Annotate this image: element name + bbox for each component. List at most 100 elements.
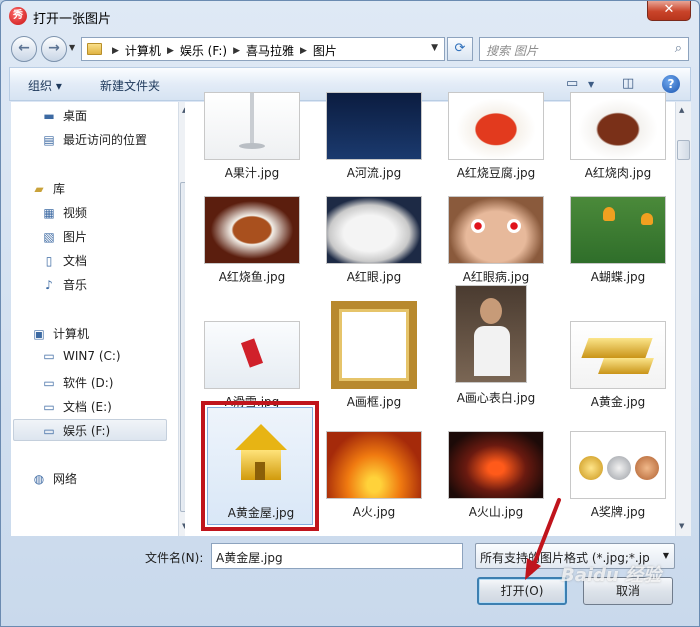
close-button[interactable]: ✕	[647, 1, 691, 21]
back-button[interactable]: ←	[11, 36, 37, 62]
refresh-button[interactable]: ⟳	[447, 37, 473, 61]
file-item[interactable]: A红烧肉.jpg	[559, 86, 677, 204]
file-name: A奖牌.jpg	[590, 505, 646, 519]
navigation-pane: ▬ 桌面 ▤ 最近访问的位置 ▰ 库 ▦ 视频 ▧ 图片 ▯ 文档 ♪ 音乐 ▣ 计算机 ▭ WI…	[11, 102, 193, 536]
sidebar-item-computer[interactable]: ▣ 计算机	[31, 325, 89, 342]
filename-label: 文件名(N):	[145, 551, 204, 565]
file-name: A红烧肉.jpg	[584, 166, 652, 180]
annotation-highlight-box	[201, 401, 319, 531]
sidebar-item-label: 最近访问的位置	[63, 133, 148, 147]
breadcrumb-pictures[interactable]: 图片	[313, 42, 337, 59]
thumbnail-love-confession	[455, 285, 527, 383]
sidebar-item-label: 文档 (E:)	[63, 400, 112, 414]
file-name: A红烧豆腐.jpg	[456, 166, 536, 180]
file-item[interactable]: A河流.jpg	[315, 86, 433, 204]
breadcrumb: ▶ 计算机 ▶ 娱乐 (F:) ▶ 喜马拉雅 ▶ 图片	[106, 42, 337, 59]
thumbnail-river	[326, 92, 422, 160]
file-item[interactable]: A奖牌.jpg	[559, 425, 677, 543]
chevron-down-icon[interactable]: ▼	[663, 551, 669, 560]
file-item[interactable]: A画心表白.jpg	[437, 285, 555, 405]
scroll-up-icon[interactable]: ▲	[679, 106, 684, 114]
sidebar-item-drive-c[interactable]: ▭ WIN7 (C:)	[41, 349, 121, 363]
thumbnail-gold	[570, 321, 666, 389]
drive-c-icon: ▭	[43, 349, 55, 363]
sidebar-item-documents[interactable]: ▯ 文档	[41, 252, 87, 269]
filename-input[interactable]: A黄金屋.jpg	[211, 543, 463, 569]
file-item[interactable]: A画框.jpg	[315, 297, 433, 415]
sidebar-item-desktop[interactable]: ▬ 桌面	[41, 107, 87, 124]
folder-icon	[87, 43, 102, 55]
library-icon: ▰	[34, 182, 44, 196]
file-name: A画框.jpg	[346, 395, 402, 409]
sidebar-item-libraries[interactable]: ▰ 库	[31, 180, 65, 197]
thumbnail-red-eye-face	[448, 196, 544, 264]
file-item[interactable]: A黄金.jpg	[559, 315, 677, 433]
thumbnail-fire	[326, 431, 422, 499]
forward-button[interactable]: →	[41, 36, 67, 62]
music-icon: ♪	[45, 278, 53, 292]
sidebar-item-music[interactable]: ♪ 音乐	[41, 276, 87, 293]
sidebar-item-recent[interactable]: ▤ 最近访问的位置	[41, 131, 147, 148]
file-name: A红眼.jpg	[346, 270, 402, 284]
sidebar-item-network[interactable]: ◍ 网络	[31, 470, 77, 487]
sidebar-item-pictures[interactable]: ▧ 图片	[41, 228, 87, 245]
search-icon[interactable]: ⌕	[675, 41, 682, 56]
sidebar-item-label: 娱乐 (F:)	[63, 424, 111, 438]
file-item[interactable]: A红烧豆腐.jpg	[437, 86, 555, 204]
thumbnail-braised-tofu	[448, 92, 544, 160]
sidebar-item-drive-d[interactable]: ▭ 软件 (D:)	[41, 374, 113, 391]
app-logo-icon: 秀	[9, 7, 27, 25]
sidebar-item-label: 音乐	[63, 278, 88, 292]
chevron-right-icon[interactable]: ▶	[233, 46, 240, 56]
file-item[interactable]: A果汁.jpg	[193, 86, 311, 204]
file-item[interactable]: A火.jpg	[315, 425, 433, 543]
chevron-right-icon[interactable]: ▶	[167, 46, 174, 56]
thumbnail-volcano	[448, 431, 544, 499]
thumbnail-medals	[570, 431, 666, 499]
sidebar-item-label: 计算机	[53, 327, 90, 341]
breadcrumb-drive-f[interactable]: 娱乐 (F:)	[180, 42, 227, 59]
sidebar-item-label: 桌面	[63, 109, 88, 123]
content-scrollbar[interactable]: ▲ ▼	[675, 102, 691, 536]
file-name: A红烧鱼.jpg	[218, 270, 286, 284]
file-name: A火.jpg	[352, 505, 396, 519]
thumbnail-braised-fish	[204, 196, 300, 264]
recent-icon: ▤	[43, 133, 55, 147]
file-name: A画心表白.jpg	[456, 391, 536, 405]
window-title: 打开一张图片	[33, 12, 112, 27]
annotation-arrow-icon	[525, 498, 561, 580]
address-bar[interactable]: ▶ 计算机 ▶ 娱乐 (F:) ▶ 喜马拉雅 ▶ 图片 ▼	[81, 37, 445, 61]
desktop-icon: ▬	[43, 109, 55, 123]
scroll-down-icon[interactable]: ▼	[679, 522, 684, 530]
sidebar-item-label: WIN7 (C:)	[63, 349, 121, 363]
address-dropdown-icon[interactable]: ▼	[431, 43, 438, 53]
video-icon: ▦	[43, 206, 55, 220]
file-name: A红眼病.jpg	[462, 270, 530, 284]
chevron-right-icon[interactable]: ▶	[300, 46, 307, 56]
breadcrumb-himalaya[interactable]: 喜马拉雅	[246, 42, 294, 59]
sidebar-item-label: 网络	[53, 472, 78, 486]
new-folder-button[interactable]: 新建文件夹	[100, 77, 160, 94]
title-bar: 秀 打开一张图片 ✕	[1, 1, 699, 31]
file-item[interactable]: A红眼.jpg	[315, 190, 433, 308]
watermark: Baidu 经验	[561, 565, 662, 586]
sidebar-item-label: 视频	[63, 206, 88, 220]
drive-f-icon: ▭	[43, 424, 55, 438]
document-icon: ▯	[45, 254, 53, 268]
recent-pages-dropdown-icon[interactable]: ▼	[69, 43, 75, 52]
file-name: A蝴蝶.jpg	[590, 270, 646, 284]
sidebar-item-drive-e[interactable]: ▭ 文档 (E:)	[41, 398, 112, 415]
chevron-right-icon[interactable]: ▶	[112, 46, 119, 56]
content-scroll-thumb[interactable]	[677, 140, 690, 160]
search-input[interactable]: 搜索 图片 ⌕	[479, 37, 689, 61]
file-item[interactable]: A红烧鱼.jpg	[193, 190, 311, 308]
sidebar-item-videos[interactable]: ▦ 视频	[41, 204, 87, 221]
thumbnail-skiing	[204, 321, 300, 389]
sidebar-item-drive-f[interactable]: ▭ 娱乐 (F:)	[41, 422, 110, 439]
file-item[interactable]: A蝴蝶.jpg	[559, 190, 677, 308]
breadcrumb-computer[interactable]: 计算机	[125, 42, 161, 59]
organize-menu-button[interactable]: 组织 ▾	[28, 77, 62, 94]
file-name: A黄金.jpg	[590, 395, 646, 409]
file-list: A果汁.jpg A河流.jpg A红烧豆腐.jpg A红烧肉.jpg A红烧鱼.…	[185, 92, 677, 536]
sidebar-item-label: 软件 (D:)	[63, 376, 114, 390]
